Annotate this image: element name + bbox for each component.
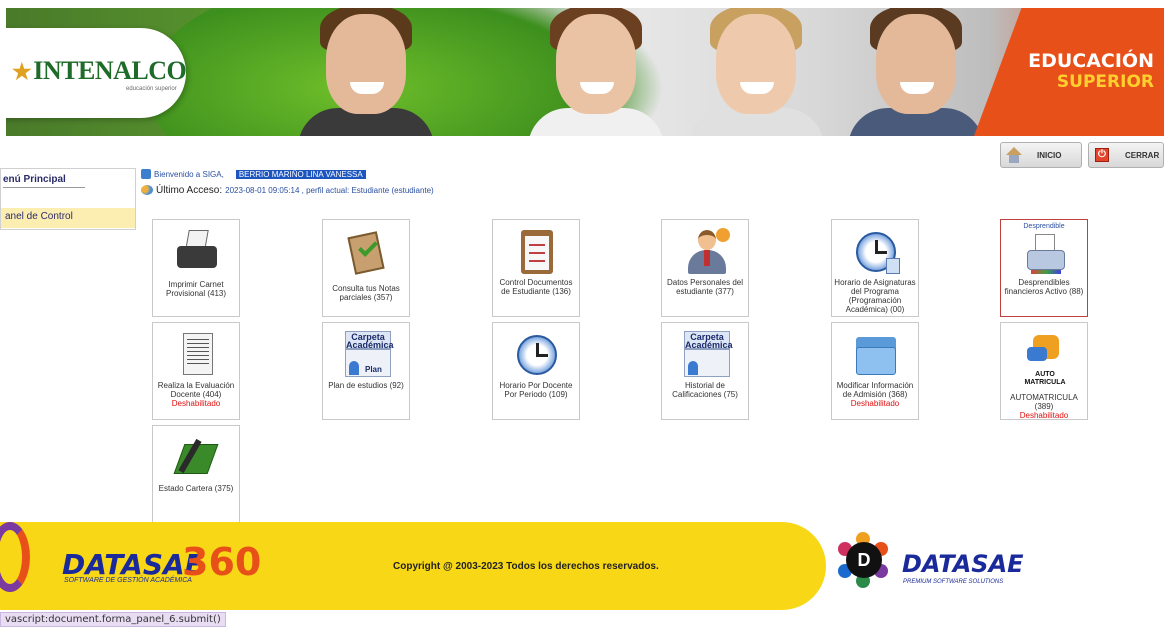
- logo-mark-icon: ★: [12, 59, 32, 84]
- puzzle-icon: AUTO MATRICULA: [1021, 331, 1069, 386]
- tile-label-group: AUTOMATRICULA (389) Deshabilitado: [1003, 393, 1085, 420]
- tile-modificar-admision[interactable]: Modificar Información de Admisión (368) …: [831, 322, 919, 420]
- tile-label: Datos Personales del estudiante (377): [666, 278, 744, 296]
- clock-icon: [852, 228, 900, 276]
- icon-text: AUTO MATRICULA: [1024, 371, 1066, 386]
- power-icon: ⏻: [1093, 146, 1111, 164]
- book-icon: [173, 434, 221, 482]
- card-sub: Plan: [365, 365, 382, 374]
- tile-horario-asignaturas[interactable]: Horario de Asignaturas del Programa (Pro…: [831, 219, 919, 317]
- banner-photo-person: [528, 8, 664, 136]
- tile-historial-calificaciones[interactable]: Carpeta Académica Historial de Calificac…: [661, 322, 749, 420]
- folder-card-icon: Carpeta Académica: [682, 331, 733, 379]
- welcome-section: Bienvenido a SIGA, BERRIO MARIÑO LINA VA…: [141, 168, 434, 196]
- tile-label: Horario Por Docente Por Periodo (109): [499, 381, 573, 399]
- inicio-button[interactable]: INICIO: [1000, 142, 1082, 168]
- tile-label: Realiza la Evaluación Docente (404): [157, 381, 235, 399]
- tile-label: Horario de Asignaturas del Programa (Pro…: [834, 278, 916, 314]
- partner-sub: PREMIUM SOFTWARE SOLUTIONS: [903, 579, 1004, 585]
- last-access-label: Último Acceso:: [156, 184, 223, 196]
- folder-card-icon: Carpeta Académica Plan: [343, 331, 394, 379]
- tile-status-disabled: Deshabilitado: [1019, 411, 1069, 420]
- banner-photo-person: [298, 8, 434, 136]
- users-icon: [141, 185, 153, 195]
- footer: DATASAE 360 SOFTWARE DE GESTIÓN ACADÉMIC…: [0, 522, 826, 610]
- status-bar-url: vascript:document.forma_panel_6.submit(): [0, 612, 226, 627]
- header-banner: ★INTENALCO educación superior EDUCACIÓN …: [6, 8, 1164, 136]
- tile-evaluacion-docente[interactable]: Realiza la Evaluación Docente (404) Desh…: [152, 322, 240, 420]
- tile-top-note: Desprendible: [1023, 223, 1065, 230]
- tile-label-group: Modificar Información de Admisión (368) …: [834, 381, 916, 408]
- banner-photo-person: [848, 8, 984, 136]
- printer-icon: [173, 228, 221, 276]
- datasae-logo-icon: D: [838, 532, 890, 588]
- cerrar-button[interactable]: ⏻ CERRAR: [1088, 142, 1164, 168]
- tile-label: Imprimir Carnet Provisional (413): [165, 280, 227, 298]
- tile-label: Plan de estudios (92): [328, 381, 404, 390]
- tile-label: AUTOMATRICULA (389): [1010, 393, 1078, 411]
- tile-label: Estado Cartera (375): [158, 484, 234, 493]
- folder-icon: [852, 331, 900, 379]
- tile-desprendibles[interactable]: Desprendible Desprendibles financieros A…: [1000, 219, 1088, 317]
- logo-text: INTENALCO: [33, 56, 187, 85]
- tile-label: Control Documentos de Estudiante (136): [499, 278, 573, 296]
- card-title: Carpeta Académica: [345, 331, 394, 350]
- tile-label: Modificar Información de Admisión (368): [836, 381, 914, 399]
- menu-item-panel-control[interactable]: anel de Control: [1, 208, 135, 228]
- printer-icon: [1021, 232, 1069, 280]
- footer-brand-number: 360: [182, 540, 262, 584]
- card-title: Carpeta Académica: [684, 331, 733, 350]
- last-access-value: 2023-08-01 09:05:14 , perfil actual: Est…: [225, 185, 434, 195]
- clipboard-list-icon: [513, 228, 561, 276]
- tile-label-group: Realiza la Evaluación Docente (404) Desh…: [155, 381, 237, 408]
- tile-imprimir-carnet[interactable]: Imprimir Carnet Provisional (413): [152, 219, 240, 317]
- tile-label: Historial de Calificaciones (75): [672, 381, 738, 399]
- tile-datos-personales[interactable]: Datos Personales del estudiante (377): [661, 219, 749, 317]
- menu-title[interactable]: enú Principal: [3, 174, 85, 188]
- clock-icon: [513, 331, 561, 379]
- clipboard-check-icon: [343, 228, 391, 276]
- cerrar-label: CERRAR: [1125, 150, 1160, 160]
- tagline-line1: EDUCACIÓN: [1028, 50, 1154, 72]
- partner-brand: DATASAE: [902, 550, 1024, 578]
- home-icon: [1005, 146, 1023, 164]
- user-name: BERRIO MARIÑO LINA VANESSA: [235, 169, 366, 179]
- person-icon: [682, 228, 730, 276]
- tile-horario-docente[interactable]: Horario Por Docente Por Periodo (109): [492, 322, 580, 420]
- logo-subtext: educación superior: [126, 86, 177, 92]
- tile-consulta-notas[interactable]: Consulta tus Notas parciales (357): [322, 219, 410, 317]
- intenalco-logo[interactable]: ★INTENALCO: [12, 56, 187, 86]
- tile-status-disabled: Deshabilitado: [850, 399, 900, 408]
- welcome-greeting: Bienvenido a SIGA,: [154, 169, 224, 179]
- tile-estado-cartera[interactable]: Estado Cartera (375): [152, 425, 240, 523]
- tile-label: Consulta tus Notas parciales (357): [332, 284, 400, 302]
- footer-brand-sub: SOFTWARE DE GESTIÓN ACADÉMICA: [64, 577, 192, 584]
- banner-photo-person: [688, 8, 824, 136]
- side-menu: enú Principal anel de Control: [0, 168, 136, 230]
- tile-plan-estudios[interactable]: Carpeta Académica Plan Plan de estudios …: [322, 322, 410, 420]
- tile-label: Desprendibles financieros Activo (88): [1004, 278, 1084, 296]
- inicio-label: INICIO: [1037, 150, 1062, 160]
- tile-automatricula[interactable]: AUTO MATRICULA AUTOMATRICULA (389) Desha…: [1000, 322, 1088, 420]
- user-icon: [141, 169, 151, 179]
- footer-copyright: Copyright @ 2003-2023 Todos los derechos…: [393, 561, 659, 572]
- brand-swirl-icon: [0, 522, 30, 592]
- tile-status-disabled: Deshabilitado: [171, 399, 221, 408]
- document-icon: [173, 331, 221, 379]
- tile-control-documentos[interactable]: Control Documentos de Estudiante (136): [492, 219, 580, 317]
- tagline-line2: SUPERIOR: [1056, 72, 1154, 92]
